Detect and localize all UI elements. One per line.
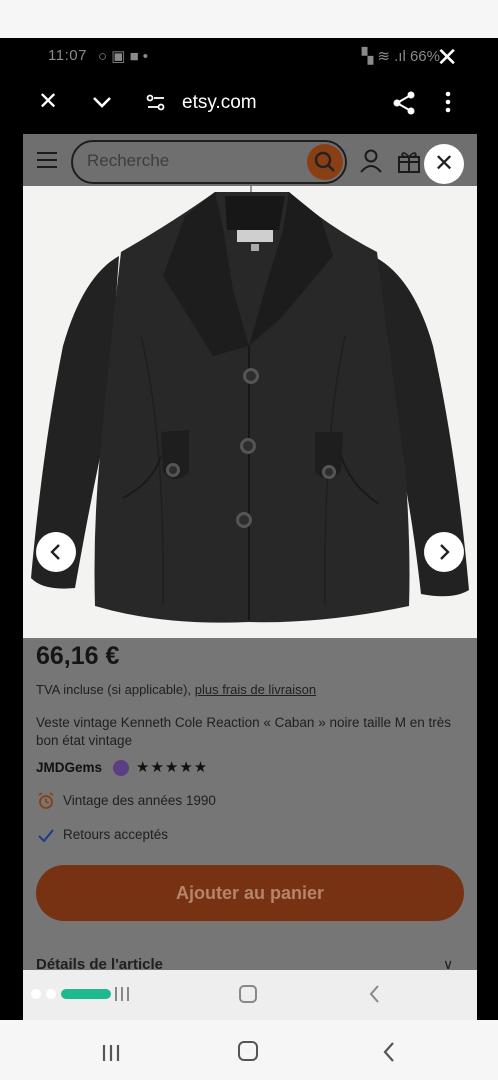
add-to-cart-button[interactable]: Ajouter au panier	[36, 865, 464, 921]
toggle-indicator[interactable]	[61, 989, 111, 999]
status-bar: 11:07 ○ ▣ ■ • ▚ ≋ .ıl 66% ✕	[0, 38, 498, 74]
system-navigation-bar	[0, 1020, 498, 1080]
tva-text: TVA incluse (si applicable),	[36, 682, 192, 697]
rating-stars[interactable]: ★★★★★	[136, 758, 208, 776]
site-settings-icon[interactable]	[146, 94, 166, 117]
product-image[interactable]	[23, 186, 477, 638]
recents-icon[interactable]	[113, 985, 131, 1008]
chevron-down-icon[interactable]: ∨	[443, 956, 453, 970]
close-image-button[interactable]: ✕	[424, 144, 464, 184]
toggle-dot	[31, 989, 41, 999]
user-icon[interactable]	[359, 148, 383, 179]
search-button[interactable]	[307, 144, 343, 180]
toggle-dot	[46, 989, 56, 999]
home-icon[interactable]	[238, 1041, 258, 1061]
product-title: Veste vintage Kenneth Cole Reaction « Ca…	[36, 715, 452, 748]
close-icon[interactable]: ✕	[38, 90, 58, 114]
search-icon	[314, 151, 335, 172]
search-input[interactable]	[87, 151, 297, 171]
browser-toolbar: ✕ etsy.com	[0, 82, 498, 126]
status-notification-icons: ○ ▣ ■ •	[98, 48, 149, 65]
back-icon[interactable]	[382, 1041, 396, 1068]
chevron-left-icon	[50, 544, 60, 560]
gift-icon[interactable]	[397, 148, 421, 179]
top-margin	[0, 0, 498, 38]
shipping-link[interactable]: plus frais de livraison	[195, 682, 316, 697]
next-image-button[interactable]	[424, 532, 464, 572]
etsy-header	[23, 134, 477, 186]
alarm-clock-icon	[37, 792, 55, 815]
status-time: 11:07	[48, 47, 87, 64]
coat-photo	[23, 186, 477, 638]
recents-icon[interactable]	[101, 1043, 121, 1068]
menu-icon[interactable]	[37, 152, 57, 168]
shop-name[interactable]: JMDGems	[36, 760, 102, 775]
close-icon: ✕	[433, 150, 455, 177]
close-icon[interactable]: ✕	[436, 44, 458, 70]
more-vertical-icon[interactable]	[444, 90, 452, 119]
feature-returns: Retours acceptés	[63, 827, 169, 842]
url-text[interactable]: etsy.com	[182, 92, 257, 114]
share-icon[interactable]	[392, 90, 416, 121]
search-bar[interactable]	[71, 140, 347, 184]
inner-navigation-bar	[23, 970, 477, 1020]
chevron-down-icon[interactable]	[90, 90, 114, 119]
tva-notice: TVA incluse (si applicable), plus frais …	[36, 682, 316, 697]
star-seller-badge-icon	[113, 760, 129, 776]
product-price: 66,16 €	[36, 642, 120, 670]
feature-vintage: Vintage des années 1990	[63, 793, 216, 808]
item-details-heading[interactable]: Détails de l'article	[36, 956, 163, 970]
chevron-right-icon	[440, 544, 450, 560]
back-icon[interactable]	[367, 984, 381, 1009]
battery-percent: ▚ ≋ .ıl 66%	[361, 48, 440, 65]
etsy-webview: ✕ 66,16 € TVA incluse (si applicable), p…	[23, 134, 477, 970]
phone-screen: 11:07 ○ ▣ ■ • ▚ ≋ .ıl 66% ✕ ✕ etsy.com R…	[0, 38, 498, 1020]
home-icon[interactable]	[239, 985, 257, 1003]
previous-image-button[interactable]	[36, 532, 76, 572]
signal-icons: ▚ ≋ .ıl	[361, 48, 410, 65]
checkmark-icon	[37, 826, 55, 849]
